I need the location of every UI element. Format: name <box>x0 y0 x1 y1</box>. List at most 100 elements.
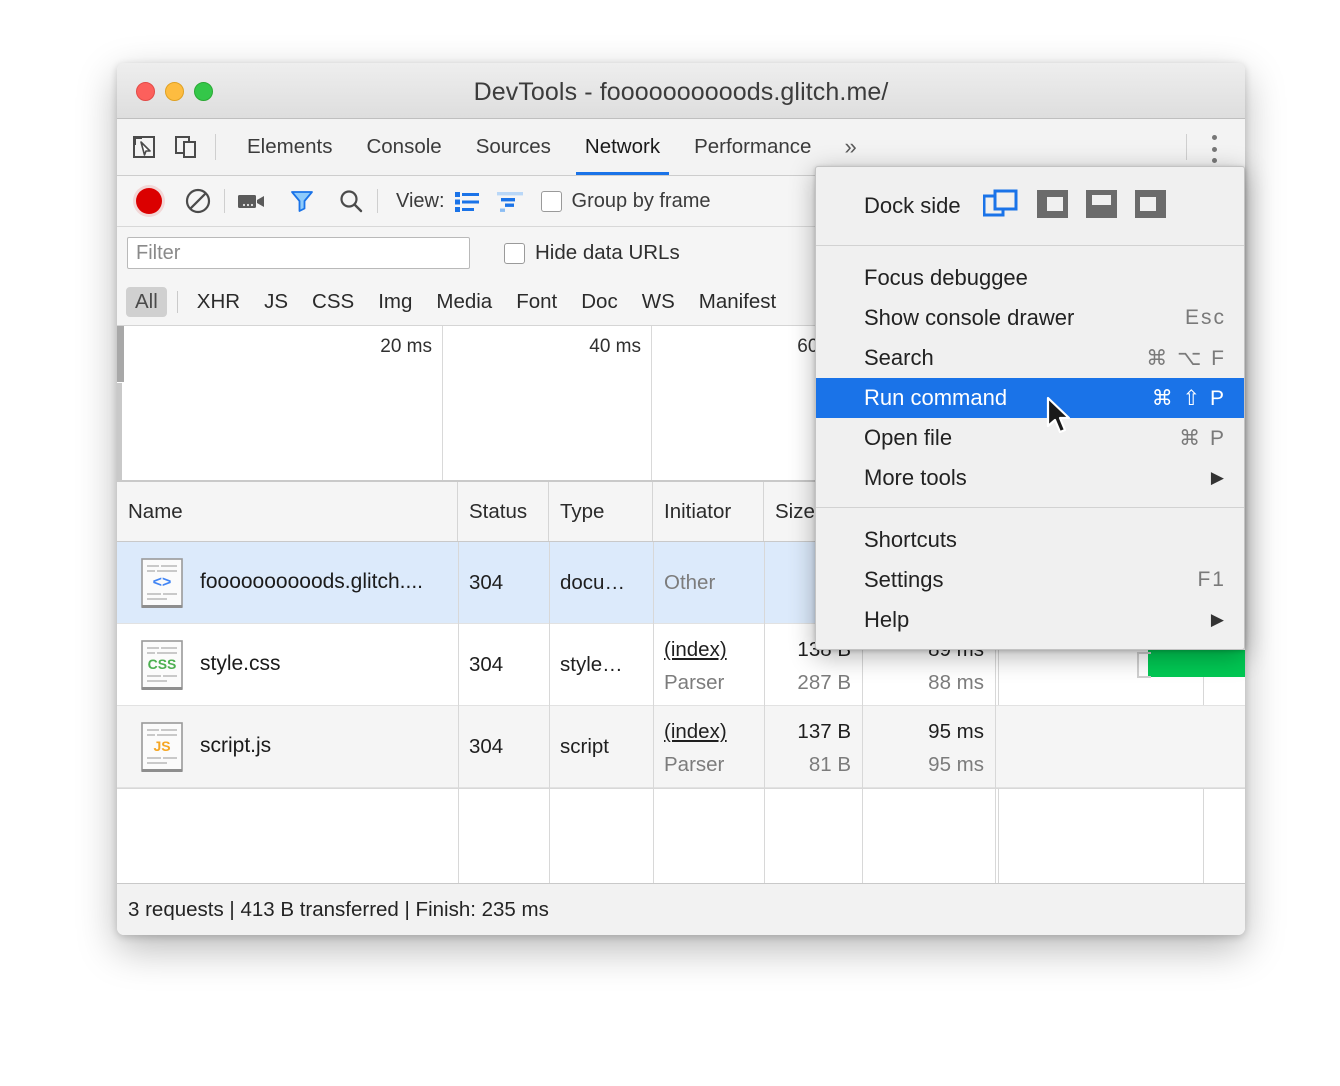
type-filter-all[interactable]: All <box>126 287 167 317</box>
menu-item-run-command[interactable]: Run command ⌘ ⇧ P <box>816 378 1244 418</box>
customize-and-control-devtools-button[interactable] <box>1201 133 1227 165</box>
type-filter-manifest[interactable]: Manifest <box>690 287 785 317</box>
view-label: View: <box>396 190 445 213</box>
submenu-arrow-icon: ▶ <box>1211 468 1224 488</box>
request-size-transferred: 81 B <box>764 753 862 777</box>
menu-item-shortcuts[interactable]: Shortcuts <box>816 520 1244 560</box>
submenu-arrow-icon: ▶ <box>1211 610 1224 630</box>
css-file-icon: CSS <box>140 640 188 692</box>
request-time: 95 ms <box>862 720 995 744</box>
tab-elements[interactable]: Elements <box>230 119 349 175</box>
menu-item-label: Help <box>864 607 909 633</box>
filter-input[interactable]: Filter <box>127 237 470 269</box>
hide-data-urls-label[interactable]: Hide data URLs <box>535 241 680 265</box>
menu-item-shortcut: ⌘ ⇧ P <box>1152 386 1226 411</box>
request-status: 304 <box>469 653 503 677</box>
type-filter-ws[interactable]: WS <box>633 287 684 317</box>
menu-item-label: Show console drawer <box>864 305 1074 331</box>
tab-performance[interactable]: Performance <box>677 119 828 175</box>
menu-item-help[interactable]: Help ▶ <box>816 600 1244 640</box>
toolbar-divider-2 <box>377 189 378 213</box>
column-header-status[interactable]: Status <box>458 482 549 541</box>
menu-item-focus-debuggee[interactable]: Focus debuggee <box>816 258 1244 298</box>
request-initiator-link[interactable]: (index) <box>664 720 727 744</box>
menu-item-show-console-drawer[interactable]: Show console drawer Esc <box>816 298 1244 338</box>
type-filter-css[interactable]: CSS <box>303 287 363 317</box>
type-filter-xhr[interactable]: XHR <box>188 287 249 317</box>
request-size-transferred: 287 B <box>764 671 862 695</box>
request-status: 304 <box>469 571 503 595</box>
menu-item-settings[interactable]: Settings F1 <box>816 560 1244 600</box>
request-initiator-link[interactable]: (index) <box>664 638 727 662</box>
menu-item-more-tools[interactable]: More tools ▶ <box>816 458 1244 498</box>
title-bar: DevTools - foooooooooods.glitch.me/ <box>117 63 1245 119</box>
table-row[interactable]: JS script.js 304 script (index) Parser 1… <box>117 706 1245 788</box>
document-file-icon: <> <box>140 558 188 610</box>
svg-text:JS: JS <box>153 738 170 754</box>
menu-item-shortcut: F1 <box>1197 568 1226 592</box>
request-initiator-sub: Parser <box>664 671 724 695</box>
overview-gridline <box>651 326 652 481</box>
network-status-bar: 3 requests | 413 B transferred | Finish:… <box>117 883 1245 935</box>
column-header-name[interactable]: Name <box>117 482 458 541</box>
request-size: 137 B <box>764 720 862 744</box>
request-time-latency: 95 ms <box>862 753 995 777</box>
menu-item-label: Run command <box>864 385 1007 411</box>
tabstrip-divider <box>215 134 216 160</box>
dock-to-left-icon[interactable] <box>1037 190 1068 223</box>
menu-item-shortcut: ⌘ ⌥ F <box>1146 346 1226 371</box>
column-divider <box>458 542 459 927</box>
request-type: docu… <box>560 571 625 595</box>
waterfall-queue-marker <box>1137 652 1151 678</box>
type-filter-media[interactable]: Media <box>427 287 501 317</box>
dock-to-right-icon[interactable] <box>1135 190 1166 223</box>
request-type: script <box>560 735 609 759</box>
column-divider <box>549 542 550 927</box>
filter-funnel-icon[interactable] <box>289 188 315 214</box>
dock-side-row: Dock side <box>816 167 1244 245</box>
table-last-row-border <box>117 788 1245 789</box>
undock-into-separate-window-icon[interactable] <box>983 189 1019 224</box>
request-time-latency: 88 ms <box>862 671 995 695</box>
menu-item-label: Shortcuts <box>864 527 957 553</box>
customize-devtools-menu: Dock side <box>815 166 1245 650</box>
waterfall-bar <box>1148 650 1245 677</box>
type-filter-js[interactable]: JS <box>255 287 297 317</box>
dock-to-bottom-icon[interactable] <box>1086 190 1117 223</box>
tab-sources[interactable]: Sources <box>459 119 568 175</box>
camera-icon[interactable] <box>237 190 267 212</box>
overview-left-handle[interactable] <box>117 326 124 382</box>
request-initiator: Other <box>664 571 715 595</box>
group-by-frame-label[interactable]: Group by frame <box>572 190 711 213</box>
overview-tick-label: 20 ms <box>322 336 432 358</box>
tab-network[interactable]: Network <box>568 119 677 175</box>
hide-data-urls-checkbox[interactable] <box>504 243 525 264</box>
overview-gridline <box>442 326 443 481</box>
clear-button[interactable] <box>184 187 212 215</box>
menu-item-label: Focus debuggee <box>864 265 1028 291</box>
type-filter-doc[interactable]: Doc <box>572 287 626 317</box>
menu-item-search[interactable]: Search ⌘ ⌥ F <box>816 338 1244 378</box>
waterfall-view-icon[interactable] <box>497 190 523 212</box>
search-icon[interactable] <box>337 187 365 215</box>
menu-item-open-file[interactable]: Open file ⌘ P <box>816 418 1244 458</box>
record-button[interactable] <box>136 188 162 214</box>
device-toolbar-icon[interactable] <box>171 132 201 162</box>
list-view-icon[interactable] <box>455 190 479 212</box>
column-header-initiator[interactable]: Initiator <box>653 482 764 541</box>
menu-item-shortcut: Esc <box>1185 306 1226 330</box>
menu-item-shortcut: ⌘ P <box>1179 426 1226 451</box>
type-filter-font[interactable]: Font <box>507 287 566 317</box>
request-name[interactable]: script.js <box>200 734 271 758</box>
type-filter-img[interactable]: Img <box>369 287 421 317</box>
group-by-frame-checkbox[interactable] <box>541 191 562 212</box>
tab-console[interactable]: Console <box>349 119 458 175</box>
request-name[interactable]: style.css <box>200 652 281 676</box>
svg-text:<>: <> <box>153 574 172 591</box>
js-file-icon: JS <box>140 722 188 774</box>
menu-item-label: Search <box>864 345 934 371</box>
inspect-element-icon[interactable] <box>129 132 159 162</box>
column-header-type[interactable]: Type <box>549 482 653 541</box>
request-name[interactable]: foooooooooods.glitch.... <box>200 570 423 594</box>
column-divider <box>764 542 765 927</box>
